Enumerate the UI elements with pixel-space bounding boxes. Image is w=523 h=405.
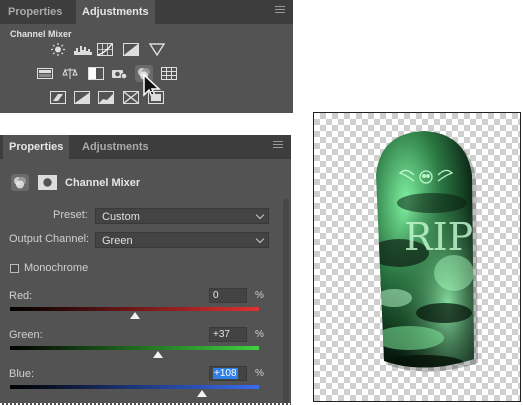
blue-label: Blue: (9, 368, 35, 380)
green-value-field[interactable]: +37 (209, 327, 247, 342)
blue-slider-track[interactable] (10, 385, 259, 389)
red-slider-thumb[interactable] (129, 312, 140, 319)
threshold-icon[interactable] (98, 91, 114, 104)
output-channel-label: Output Channel: (9, 233, 90, 245)
green-label: Green: (9, 329, 43, 341)
green-slider-track[interactable] (10, 346, 259, 350)
posterize-icon[interactable] (74, 91, 90, 104)
panel-menu-button[interactable] (275, 6, 285, 15)
monochrome-label: Monochrome (24, 262, 89, 274)
chevron-down-icon (255, 234, 265, 244)
red-label: Red: (9, 290, 33, 302)
properties-panel: Properties Adjustments Channel Mixer Pre… (0, 135, 291, 405)
hue-saturation-icon[interactable] (62, 67, 78, 80)
channel-mixer-icon[interactable] (161, 67, 177, 80)
preset-value: Custom (102, 211, 140, 223)
curves-icon[interactable] (97, 43, 113, 56)
channel-mixer-layer-icon (11, 174, 29, 191)
layer-mask-icon[interactable] (38, 175, 57, 190)
adjustments-section-title: Channel Mixer (10, 29, 72, 39)
vibrance-icon[interactable] (37, 67, 53, 80)
gradient-triangle-icon[interactable] (149, 43, 165, 56)
tab-adjustments[interactable]: Adjustments (76, 135, 155, 159)
green-percent-unit: % (255, 329, 264, 340)
tombstone-engraving-text: RIP (404, 215, 473, 259)
invert-icon[interactable] (50, 91, 66, 104)
red-slider-track[interactable] (10, 307, 259, 311)
preset-label: Preset: (53, 209, 88, 221)
output-channel-value: Green (102, 235, 133, 247)
gradient-map-icon[interactable] (123, 91, 139, 104)
exposure-icon[interactable] (123, 43, 139, 56)
selective-color-icon[interactable] (148, 91, 164, 104)
black-white-icon[interactable] (111, 67, 127, 80)
canvas-preview: RIP (313, 112, 521, 402)
panel-menu-button[interactable] (273, 141, 283, 150)
panel-scrollbar[interactable] (283, 199, 289, 404)
levels-icon[interactable] (73, 43, 93, 56)
red-value-field[interactable]: 0 (209, 288, 247, 303)
tab-properties[interactable]: Properties (3, 135, 70, 159)
green-slider-thumb[interactable] (152, 351, 163, 358)
preset-dropdown[interactable]: Custom (95, 208, 269, 224)
adjustments-panel: Properties Adjustments Channel Mixer (0, 0, 293, 113)
blue-percent-unit: % (255, 368, 264, 379)
output-channel-dropdown[interactable]: Green (95, 232, 269, 248)
color-balance-icon[interactable] (88, 67, 104, 80)
red-percent-unit: % (255, 290, 264, 301)
blue-value-field[interactable]: +108 (209, 366, 247, 381)
adjustments-panel-tabbar: Properties Adjustments (0, 0, 293, 24)
tab-adjustments[interactable]: Adjustments (76, 0, 155, 24)
blue-slider-thumb[interactable] (196, 390, 207, 397)
tab-properties[interactable]: Properties (2, 0, 68, 24)
properties-panel-tabbar: Properties Adjustments (0, 135, 291, 159)
chevron-down-icon (255, 210, 265, 220)
brightness-contrast-icon[interactable] (50, 43, 66, 56)
monochrome-checkbox[interactable] (10, 264, 19, 273)
properties-title: Channel Mixer (65, 177, 141, 189)
tombstone-image: RIP (376, 131, 478, 372)
